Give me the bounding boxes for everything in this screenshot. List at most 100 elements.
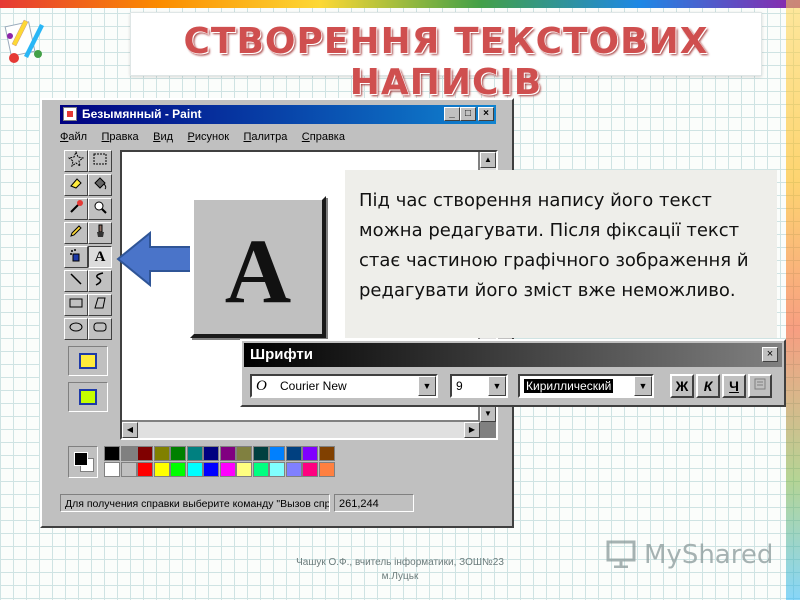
scroll-up-icon[interactable]: ▲ <box>480 152 496 168</box>
brand-text: MyShared <box>644 540 774 570</box>
palette-swatch[interactable] <box>186 462 203 477</box>
palette-swatch[interactable] <box>120 446 137 461</box>
palette-swatch[interactable] <box>236 462 252 477</box>
magnified-text-letter: A <box>224 220 292 322</box>
footer-author: Чашук О.Ф., вчитель інформатики, ЗОШ№23 … <box>296 557 504 582</box>
palette-swatch[interactable] <box>203 462 219 477</box>
text-icon[interactable]: A <box>88 246 112 268</box>
palette-swatch[interactable] <box>153 462 170 477</box>
horizontal-scrollbar[interactable]: ◀ ▶ <box>122 422 480 438</box>
airbrush-icon[interactable] <box>64 246 88 268</box>
scroll-left-icon[interactable]: ◀ <box>122 422 138 438</box>
text-background-opaque-option[interactable] <box>68 346 108 376</box>
palette-swatch[interactable] <box>285 446 302 461</box>
description-panel: Під час створення напису його текст можн… <box>345 170 777 338</box>
font-name-select[interactable]: O Courier New ▼ <box>250 374 438 398</box>
menu-palette[interactable]: Палитра <box>243 131 287 143</box>
palette-swatch[interactable] <box>104 462 120 477</box>
vertical-text-icon <box>754 378 766 390</box>
palette-swatch[interactable] <box>269 446 285 461</box>
close-button[interactable]: × <box>478 107 494 121</box>
palette-swatch[interactable] <box>137 446 153 461</box>
palette-swatch[interactable] <box>137 462 153 477</box>
menu-help[interactable]: Справка <box>302 131 345 143</box>
rounded-rect-icon[interactable] <box>88 318 112 340</box>
fill-icon[interactable] <box>88 174 112 196</box>
maximize-button[interactable]: □ <box>460 107 476 121</box>
chevron-down-icon[interactable]: ▼ <box>488 376 506 396</box>
menu-bar: Файл Правка Вид Рисунок Палитра Справка <box>60 127 496 145</box>
brush-icon[interactable] <box>88 222 112 244</box>
fonts-close-button[interactable]: × <box>762 347 778 362</box>
fonts-toolbar: Шрифти × O Courier New ▼ 9 ▼ Кириллическ… <box>240 339 786 407</box>
palette-swatch[interactable] <box>302 446 318 461</box>
fonts-toolbar-title: Шрифти <box>250 346 313 363</box>
palette-swatch[interactable] <box>153 446 170 461</box>
magnifier-icon[interactable] <box>88 198 112 220</box>
title-banner: СТВОРЕННЯ ТЕКСТОВИХ НАПИСІВ <box>130 12 762 103</box>
vertical-text-button[interactable] <box>748 374 772 398</box>
arrow-left-icon <box>116 231 195 287</box>
font-name-value: Courier New <box>280 379 347 393</box>
slide-logo-icon <box>4 19 44 63</box>
polygon-icon[interactable] <box>88 294 112 316</box>
palette-swatch[interactable] <box>186 446 203 461</box>
line-icon[interactable] <box>64 270 88 292</box>
bold-button[interactable]: Ж <box>670 374 694 398</box>
palette-swatch[interactable] <box>203 446 219 461</box>
rectangle-icon[interactable] <box>64 294 88 316</box>
right-decor-stripe <box>786 0 800 600</box>
foreground-color <box>74 452 88 466</box>
curve-icon[interactable] <box>88 270 112 292</box>
palette-swatch[interactable] <box>120 462 137 477</box>
current-colors[interactable] <box>68 446 98 478</box>
color-picker-icon[interactable] <box>64 198 88 220</box>
chevron-down-icon[interactable]: ▼ <box>634 376 652 396</box>
palette-swatch[interactable] <box>269 462 285 477</box>
palette-swatch[interactable] <box>302 462 318 477</box>
status-bar: Для получения справки выберите команду "… <box>60 494 496 514</box>
palette-swatch[interactable] <box>318 446 335 461</box>
pencil-icon[interactable] <box>64 222 88 244</box>
palette-swatch[interactable] <box>318 462 335 477</box>
palette-swatch[interactable] <box>252 446 269 461</box>
brand-watermark: MyShared <box>606 538 773 572</box>
status-coordinates: 261,244 <box>334 494 414 512</box>
toolbox: A <box>60 150 114 430</box>
palette-swatch[interactable] <box>285 462 302 477</box>
menu-edit[interactable]: Правка <box>102 131 139 143</box>
scroll-right-icon[interactable]: ▶ <box>464 422 480 438</box>
script-select[interactable]: Кириллический ▼ <box>518 374 654 398</box>
menu-view[interactable]: Вид <box>153 131 173 143</box>
truetype-font-icon: O <box>256 378 267 394</box>
free-select-icon[interactable] <box>64 150 88 172</box>
chevron-down-icon[interactable]: ▼ <box>418 376 436 396</box>
palette-swatch[interactable] <box>236 446 252 461</box>
italic-button[interactable]: К <box>696 374 720 398</box>
font-size-select[interactable]: 9 ▼ <box>450 374 508 398</box>
text-background-transparent-option[interactable] <box>68 382 108 412</box>
palette-swatch[interactable] <box>252 462 269 477</box>
ellipse-icon[interactable] <box>64 318 88 340</box>
palette-swatch[interactable] <box>219 462 236 477</box>
palette-swatch[interactable] <box>170 446 186 461</box>
palette-swatch[interactable] <box>104 446 120 461</box>
eraser-icon[interactable] <box>64 174 88 196</box>
scroll-down-icon[interactable]: ▼ <box>480 406 496 422</box>
slide-title: СТВОРЕННЯ ТЕКСТОВИХ НАПИСІВ <box>183 21 709 103</box>
palette-swatch[interactable] <box>219 446 236 461</box>
menu-image[interactable]: Рисунок <box>188 131 230 143</box>
script-value: Кириллический <box>524 379 614 393</box>
paint-title-bar[interactable]: Безымянный - Paint _ □ × <box>60 105 496 124</box>
top-decor-stripe <box>0 0 800 8</box>
paint-window-title: Безымянный - Paint <box>82 107 202 121</box>
underline-button[interactable]: Ч <box>722 374 746 398</box>
menu-file[interactable]: Файл <box>60 131 87 143</box>
fonts-toolbar-titlebar[interactable]: Шрифти × <box>244 343 782 367</box>
color-palette <box>68 446 368 482</box>
palette-swatch[interactable] <box>170 462 186 477</box>
rect-select-icon[interactable] <box>88 150 112 172</box>
app-icon <box>63 107 77 121</box>
font-size-value: 9 <box>456 379 463 393</box>
minimize-button[interactable]: _ <box>444 107 460 121</box>
